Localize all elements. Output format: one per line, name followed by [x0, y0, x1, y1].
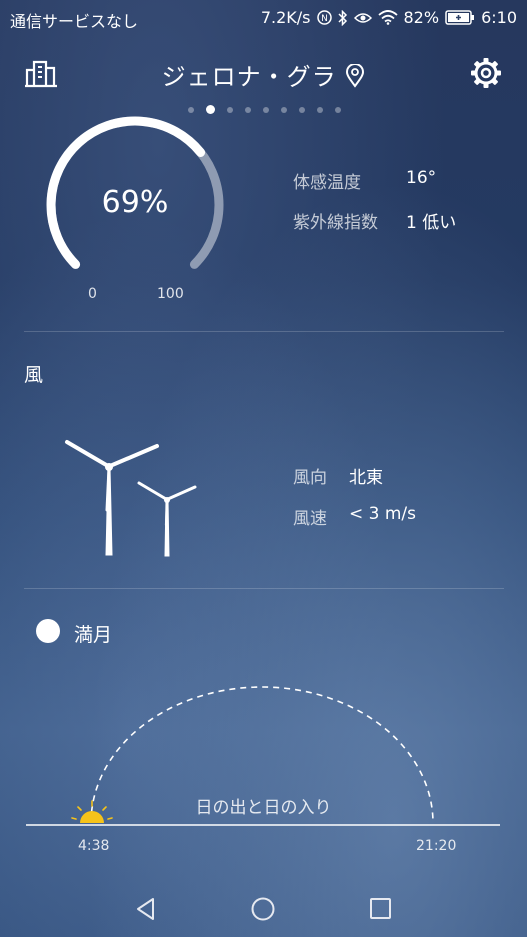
sun-arc	[26, 686, 500, 826]
feels-like-value: 16°	[406, 168, 437, 188]
carrier-text: 通信サービスなし	[10, 12, 139, 31]
gauge-min-label: 0	[88, 286, 97, 302]
sunrise-sunset-label: 日の出と日の入り	[195, 798, 332, 818]
sunrise-time: 4:38	[78, 838, 110, 854]
status-bar: 通信サービスなし 7.2K/s N 82% 6:10	[0, 0, 527, 36]
status-icons: 7.2K/s N 82% 6:10	[261, 8, 517, 27]
divider	[24, 331, 504, 332]
battery-percent: 82%	[403, 8, 440, 27]
clock: 6:10	[481, 8, 517, 27]
wind-direction-label: 風向	[293, 468, 327, 488]
feels-like-row: 体感温度	[293, 168, 361, 193]
wind-speed-value: < 3 m/s	[349, 504, 417, 524]
wind-speed-label: 風速	[293, 509, 327, 529]
nfc-icon: N	[316, 10, 332, 25]
feels-like-label: 体感温度	[293, 173, 361, 193]
wifi-icon	[377, 10, 398, 25]
bluetooth-icon	[337, 9, 348, 26]
uv-row: 紫外線指数	[293, 208, 378, 233]
wind-section-title: 風	[24, 364, 44, 386]
page-dot[interactable]	[317, 106, 323, 113]
sunset-time: 21:20	[416, 838, 457, 854]
page-dot[interactable]	[335, 106, 341, 113]
eye-icon	[353, 12, 372, 24]
uv-label: 紫外線指数	[293, 213, 378, 233]
page-dot[interactable]	[263, 106, 269, 113]
home-button[interactable]	[250, 896, 276, 926]
wind-turbine-icon	[65, 440, 197, 557]
battery-icon	[445, 10, 475, 25]
uv-value: 1 低い	[406, 213, 457, 233]
recents-button[interactable]	[368, 896, 394, 926]
moon-phase: 満月	[74, 624, 113, 646]
wind-direction-value: 北東	[349, 468, 383, 488]
network-speed: 7.2K/s	[260, 8, 311, 27]
page-dot[interactable]	[245, 106, 251, 113]
navigation-bar	[0, 880, 527, 937]
svg-text:N: N	[321, 14, 328, 24]
page-dot[interactable]	[281, 106, 287, 113]
divider	[24, 588, 504, 589]
page-title: ジェロナ・グラ	[161, 63, 337, 91]
location-pin-icon	[345, 61, 365, 89]
back-button[interactable]	[133, 896, 159, 926]
gear-icon[interactable]	[468, 55, 504, 91]
gauge-max-label: 100	[157, 286, 184, 302]
moon-icon	[36, 619, 60, 643]
location-header[interactable]: ジェロナ・グラ	[0, 57, 527, 92]
page-dot[interactable]	[299, 106, 305, 113]
humidity-value: 69%	[101, 185, 169, 220]
